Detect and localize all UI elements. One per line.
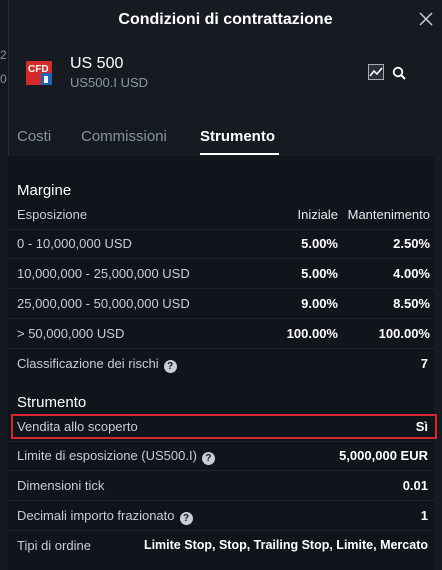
search-icon[interactable]: [392, 66, 406, 80]
cfd-logo-icon: CFD: [26, 61, 52, 85]
tab-content: Margine Esposizione Iniziale Manteniment…: [8, 156, 437, 570]
exposure-value: 0 - 10,000,000 USD: [17, 236, 132, 251]
background-text: 0: [0, 72, 7, 86]
fractional-decimals-label-wrap: Decimali importo frazionato?: [17, 508, 193, 525]
initial-value: 100.00%: [286, 326, 338, 341]
exposure-limit-value: 5,000,000 EUR: [339, 448, 428, 463]
exposure-value: 10,000,000 - 25,000,000 USD: [17, 266, 190, 281]
initial-value: 5.00%: [301, 266, 338, 281]
maintenance-value: 2.50%: [393, 236, 430, 251]
active-tab-underline: [200, 153, 279, 155]
fractional-decimals-row: Decimali importo frazionato? 1: [8, 501, 434, 531]
tab-bar: Costi Commissioni Strumento: [8, 124, 434, 156]
instrument-section-title: Strumento: [17, 394, 87, 411]
dialog-header: Condizioni di contrattazione: [9, 0, 442, 40]
cfd-logo-text: CFD: [28, 64, 49, 75]
header-initial: Iniziale: [297, 207, 338, 222]
tab-strumento[interactable]: Strumento: [200, 128, 275, 145]
margin-row: > 50,000,000 USD 100.00% 100.00%: [8, 319, 434, 349]
exposure-limit-row: Limite di esposizione (US500.I)? 5,000,0…: [8, 441, 434, 471]
exposure-limit-label: Limite di esposizione (US500.I): [17, 448, 197, 463]
margin-row: 0 - 10,000,000 USD 5.00% 2.50%: [8, 229, 434, 259]
instrument-subtitle: US500.I USD: [70, 75, 149, 90]
risk-classification-label-wrap: Classificazione dei rischi?: [17, 356, 177, 373]
initial-value: 5.00%: [301, 236, 338, 251]
order-types-label: Tipi di ordine: [17, 538, 91, 553]
info-icon[interactable]: ?: [201, 452, 215, 465]
dialog-title: Condizioni di contrattazione: [118, 11, 333, 28]
tab-costi[interactable]: Costi: [17, 128, 51, 145]
close-icon[interactable]: [418, 11, 434, 27]
header-maintenance: Mantenimento: [347, 207, 430, 222]
info-icon[interactable]: ?: [179, 512, 193, 525]
margin-section-title: Margine: [17, 182, 72, 199]
fractional-decimals-value: 1: [420, 508, 428, 523]
fractional-decimals-label: Decimali importo frazionato: [17, 508, 175, 523]
order-types-row: Tipi di ordine Limite Stop, Stop, Traili…: [8, 531, 434, 561]
maintenance-value: 4.00%: [393, 266, 430, 281]
risk-classification-row: Classificazione dei rischi? 7: [8, 349, 434, 379]
margin-row: 25,000,000 - 50,000,000 USD 9.00% 8.50%: [8, 289, 434, 319]
header-exposure: Esposizione: [17, 207, 88, 222]
risk-classification-value: 7: [420, 356, 428, 371]
tick-size-row: Dimensioni tick 0.01: [8, 471, 434, 501]
highlight-box: [11, 414, 437, 439]
chart-icon[interactable]: [368, 64, 384, 80]
tick-size-value: 0.01: [402, 478, 428, 493]
margin-row: 10,000,000 - 25,000,000 USD 5.00% 4.00%: [8, 259, 434, 289]
order-types-value: Limite Stop, Stop, Trailing Stop, Limite…: [143, 538, 428, 552]
exposure-value: > 50,000,000 USD: [17, 326, 125, 341]
maintenance-value: 100.00%: [378, 326, 430, 341]
tick-size-label: Dimensioni tick: [17, 478, 105, 493]
background-text: 2: [0, 48, 7, 62]
tab-commissioni[interactable]: Commissioni: [81, 128, 167, 145]
maintenance-value: 8.50%: [393, 296, 430, 311]
exposure-value: 25,000,000 - 50,000,000 USD: [17, 296, 190, 311]
risk-classification-label: Classificazione dei rischi: [17, 356, 159, 371]
info-icon[interactable]: ?: [163, 360, 177, 373]
instrument-name: US 500: [70, 55, 124, 72]
initial-value: 9.00%: [301, 296, 338, 311]
exposure-limit-label-wrap: Limite di esposizione (US500.I)?: [17, 448, 215, 465]
margin-table-header: Esposizione Iniziale Mantenimento: [8, 200, 434, 230]
